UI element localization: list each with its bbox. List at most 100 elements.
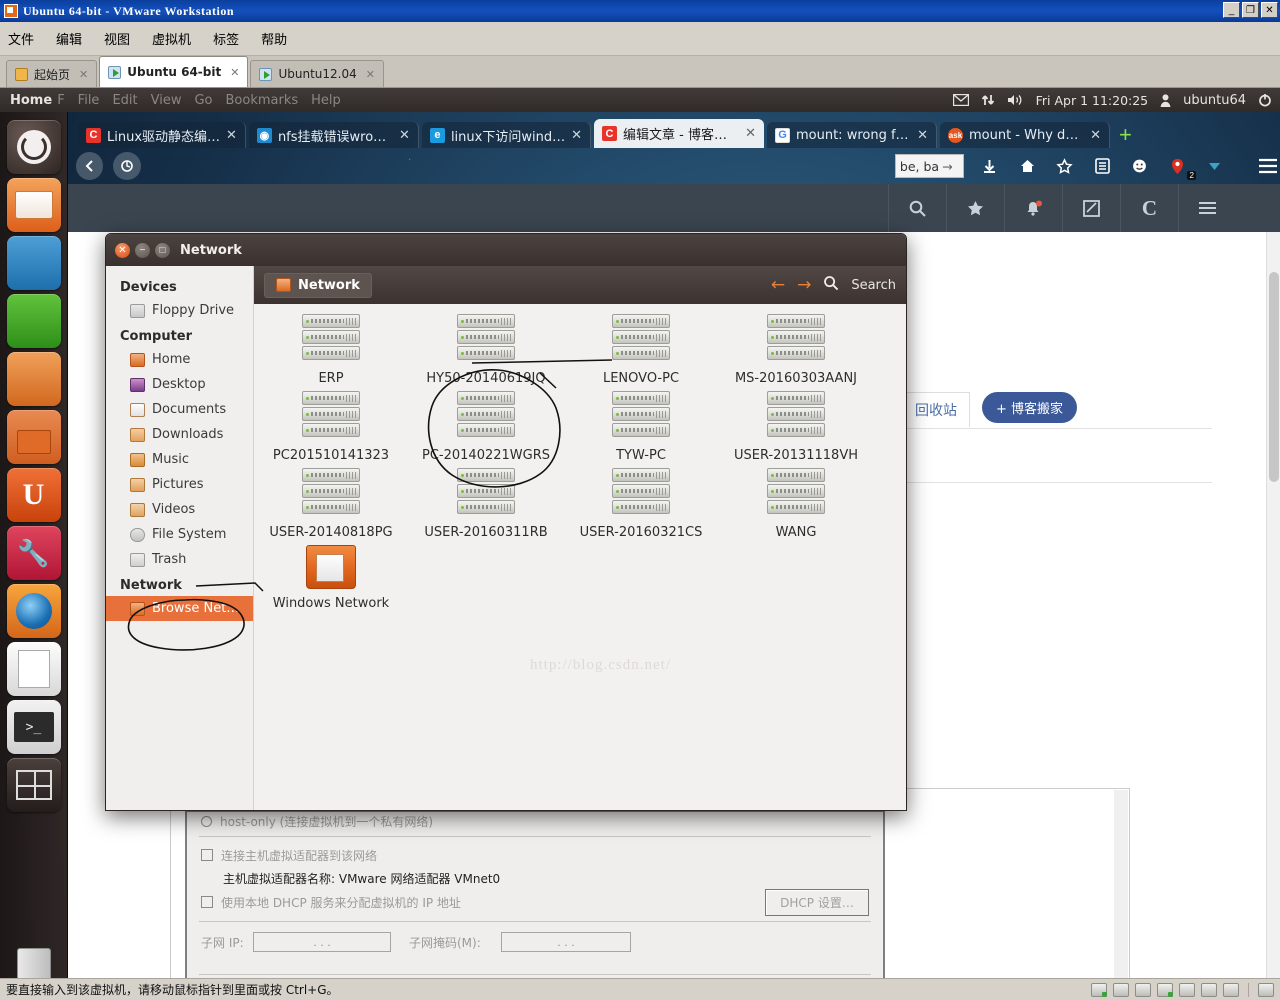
launcher-item-firefox[interactable] xyxy=(6,584,61,638)
power-icon[interactable] xyxy=(1258,93,1272,107)
network-item[interactable]: USER-20160321CS xyxy=(564,468,718,540)
vmware-close-button[interactable]: ✕ xyxy=(1261,2,1278,18)
launcher-item-software-center[interactable] xyxy=(6,410,61,464)
checkbox[interactable] xyxy=(201,896,213,908)
minimize-icon[interactable]: − xyxy=(135,242,150,258)
network-item-annotated[interactable]: PC-20140221WGRS xyxy=(409,391,563,463)
bookmark-star-icon[interactable] xyxy=(1053,154,1077,178)
network-item[interactable]: PC201510141323 xyxy=(254,391,408,463)
vmware-menu-help[interactable]: 帮助 xyxy=(261,29,287,48)
firefox-tab-3[interactable]: e linux下访问wind… ✕ xyxy=(421,122,591,148)
pocket-icon[interactable] xyxy=(1203,154,1227,178)
sidebar-item-pictures[interactable]: Pictures xyxy=(106,472,253,497)
launcher-item-libreoffice-impress[interactable] xyxy=(6,352,61,406)
network-item[interactable]: WANG xyxy=(719,468,873,540)
smiley-icon[interactable] xyxy=(1128,154,1152,178)
sidebar-item-file-system[interactable]: File System xyxy=(106,522,253,547)
maximize-icon[interactable]: □ xyxy=(155,242,170,258)
network-item[interactable]: TYW-PC xyxy=(564,391,718,463)
firefox-tab-6[interactable]: ask mount - Why do I … ✕ xyxy=(939,122,1110,148)
launcher-item-ubuntu-dash[interactable] xyxy=(6,120,61,174)
mail-icon[interactable] xyxy=(952,94,969,106)
launcher-item-trash[interactable] xyxy=(7,940,61,978)
close-icon[interactable]: ✕ xyxy=(399,128,410,143)
new-tab-button[interactable]: + xyxy=(1113,124,1138,148)
download-icon[interactable] xyxy=(978,154,1002,178)
close-icon[interactable]: ✕ xyxy=(115,242,130,258)
dhcp-row[interactable]: 使用本地 DHCP 服务来分配虚拟机的 IP 地址 DHCP 设置… xyxy=(187,888,883,916)
panel-menu-bookmarks[interactable]: Bookmarks xyxy=(226,93,299,108)
launcher-item-files[interactable] xyxy=(6,178,61,232)
library-icon[interactable] xyxy=(1090,154,1114,178)
sidebar-item-documents[interactable]: Documents xyxy=(106,397,253,422)
close-icon[interactable]: ✕ xyxy=(745,126,756,141)
search-label[interactable]: Search xyxy=(851,278,896,293)
url-bar[interactable]: be, ba → xyxy=(894,154,964,178)
checkbox[interactable] xyxy=(201,849,213,861)
panel-menu-help[interactable]: Help xyxy=(311,93,341,108)
back-icon[interactable]: ← xyxy=(771,276,785,294)
close-icon[interactable]: ✕ xyxy=(917,128,928,143)
launcher-item-terminal[interactable]: >_ xyxy=(6,700,61,754)
harddisk-icon[interactable] xyxy=(1091,982,1107,997)
radio-button[interactable] xyxy=(201,816,212,827)
subnet-ip-field[interactable]: . . . xyxy=(253,932,391,952)
panel-menu-file[interactable]: File xyxy=(78,93,100,108)
launcher-item-ubuntu-one[interactable]: U xyxy=(6,468,61,522)
close-icon[interactable]: ✕ xyxy=(79,68,88,81)
back-icon[interactable] xyxy=(76,152,104,180)
panel-menu-go[interactable]: Go xyxy=(194,93,212,108)
close-icon[interactable]: ✕ xyxy=(226,128,237,143)
network-item[interactable]: ERP xyxy=(254,314,408,386)
sidebar-item-trash[interactable]: Trash xyxy=(106,547,253,572)
firefox-tab-2[interactable]: ◉ nfs挂载错误wron… ✕ xyxy=(248,122,419,148)
firefox-tab-5[interactable]: G mount: wrong fs … ✕ xyxy=(766,122,937,148)
panel-app-name[interactable]: Home xyxy=(10,93,52,108)
firefox-tab-1[interactable]: C Linux驱动静态编… ✕ xyxy=(78,122,246,148)
sidebar-item-downloads[interactable]: Downloads xyxy=(106,422,253,447)
sidebar-item-floppy-drive[interactable]: Floppy Drive xyxy=(106,298,253,323)
forward-icon[interactable]: → xyxy=(797,276,811,294)
launcher-item-libreoffice-writer[interactable] xyxy=(6,236,61,290)
panel-menu-view[interactable]: View xyxy=(151,93,182,108)
breadcrumb[interactable]: Network xyxy=(264,272,372,298)
sidebar-item-browse-network[interactable]: Browse Net… xyxy=(106,596,253,621)
hostonly-radio-row[interactable]: host-only (连接虚拟机到一个私有网络) xyxy=(187,812,883,830)
vmware-menu-file[interactable]: 文件 xyxy=(8,29,34,48)
sidebar-item-home[interactable]: Home xyxy=(106,347,253,372)
cdrom-icon[interactable] xyxy=(1113,982,1129,997)
connect-adapter-row[interactable]: 连接主机虚拟适配器到该网络 xyxy=(187,843,883,867)
home-icon[interactable] xyxy=(1015,154,1039,178)
vmware-minimize-button[interactable]: _ xyxy=(1223,2,1240,18)
clock[interactable]: Fri Apr 1 11:20:25 xyxy=(1036,93,1149,108)
vmware-menu-edit[interactable]: 编辑 xyxy=(56,29,82,48)
network-item[interactable]: MS-20160303AANJ xyxy=(719,314,873,386)
vmware-menu-vm[interactable]: 虚拟机 xyxy=(152,29,191,48)
reload-icon[interactable] xyxy=(113,152,141,180)
sidebar-item-music[interactable]: Music xyxy=(106,447,253,472)
firefox-tab-4-active[interactable]: C 编辑文章 - 博客频… ✕ xyxy=(593,119,764,148)
vmware-tab-ubuntu64[interactable]: Ubuntu 64-bit ✕ xyxy=(99,56,249,87)
display-icon[interactable] xyxy=(1258,982,1274,997)
close-icon[interactable]: ✕ xyxy=(571,128,582,143)
network-icon[interactable] xyxy=(981,93,995,107)
vmware-tab-ubuntu1204[interactable]: Ubuntu12.04 ✕ xyxy=(250,60,384,87)
panel-menu-edit[interactable]: Edit xyxy=(112,93,137,108)
dhcp-settings-button[interactable]: DHCP 设置… xyxy=(765,888,869,916)
editor-scrollbar[interactable] xyxy=(1114,790,1128,978)
launcher-item-libreoffice-calc[interactable] xyxy=(6,294,61,348)
sound-icon[interactable] xyxy=(1201,982,1217,997)
close-icon[interactable]: ✕ xyxy=(1090,128,1101,143)
menu-icon[interactable] xyxy=(1256,154,1280,178)
network-item[interactable]: USER-20160311RB xyxy=(409,468,563,540)
launcher-item-workspace-switcher[interactable] xyxy=(6,758,61,812)
sidebar-item-desktop[interactable]: Desktop xyxy=(106,372,253,397)
vmware-menu-tabs[interactable]: 标签 xyxy=(213,29,239,48)
volume-icon[interactable] xyxy=(1007,93,1024,107)
network-icon[interactable] xyxy=(1157,982,1173,997)
close-icon[interactable]: ✕ xyxy=(366,68,375,81)
search-icon[interactable] xyxy=(823,275,839,295)
close-icon[interactable]: ✕ xyxy=(230,66,239,79)
launcher-item-system-settings[interactable]: 🔧 xyxy=(6,526,61,580)
network-item[interactable]: USER-20131118VH xyxy=(719,391,873,463)
